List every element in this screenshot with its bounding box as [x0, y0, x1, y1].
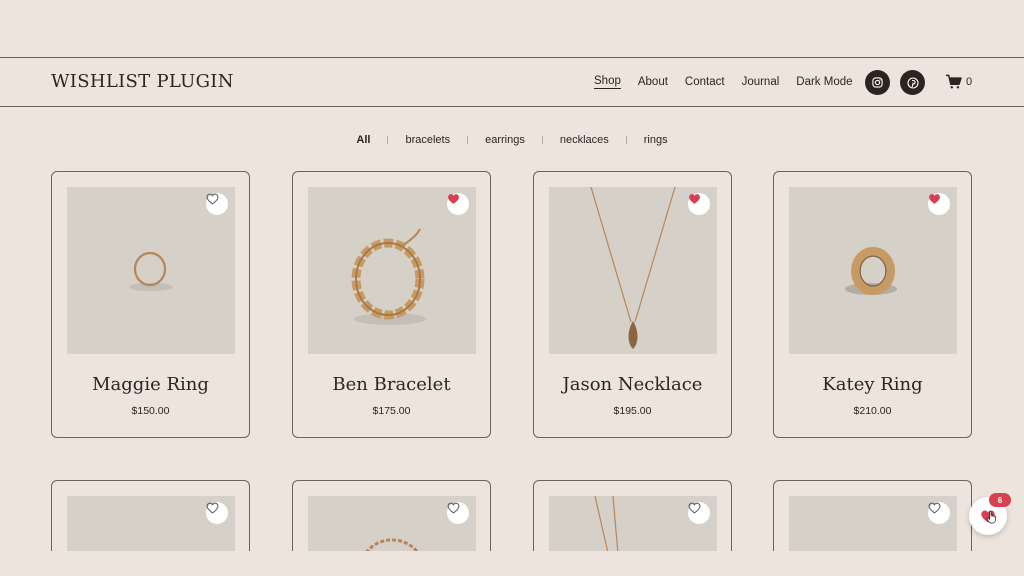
product-card-row2-4[interactable] [773, 480, 972, 551]
main-nav: Shop About Contact Journal Dark Mode [594, 58, 870, 106]
site-header: WISHLIST PLUGIN Shop About Contact Journ… [0, 57, 1024, 107]
product-card-ben-bracelet[interactable]: Ben Bracelet $175.00 [292, 171, 491, 438]
wishlist-toggle[interactable] [688, 193, 710, 215]
filter-divider [467, 136, 469, 144]
product-price: $175.00 [372, 405, 411, 417]
product-card-row2-1[interactable] [51, 480, 250, 551]
page-bottom-strip [0, 551, 1024, 576]
heart-filled-icon [448, 194, 459, 204]
wishlist-toggle[interactable] [206, 193, 228, 215]
cart-icon [946, 74, 962, 89]
wishlist-toggle[interactable] [688, 502, 710, 524]
product-name[interactable]: Jason Necklace [534, 374, 731, 395]
product-image[interactable] [789, 496, 957, 551]
wishlist-count-badge: 6 [989, 493, 1011, 507]
product-price: $150.00 [131, 405, 170, 417]
filter-divider [387, 136, 389, 144]
pinterest-icon [906, 76, 919, 89]
filter-necklaces[interactable]: necklaces [560, 134, 609, 146]
product-image[interactable] [789, 187, 957, 354]
filter-divider [625, 136, 627, 144]
nav-journal[interactable]: Journal [742, 76, 780, 88]
wishlist-toggle[interactable] [206, 502, 228, 524]
heart-outline-icon [688, 502, 701, 514]
heart-filled-icon [689, 194, 700, 204]
wishlist-toggle[interactable] [928, 502, 950, 524]
heart-outline-icon [447, 502, 460, 514]
product-card-row2-3[interactable] [533, 480, 732, 551]
heart-outline-icon [206, 193, 219, 205]
product-name[interactable]: Maggie Ring [52, 374, 249, 395]
product-card-jason-necklace[interactable]: Jason Necklace $195.00 [533, 171, 732, 438]
nav-shop[interactable]: Shop [594, 75, 621, 89]
filter-bracelets[interactable]: bracelets [405, 134, 450, 146]
product-card-maggie-ring[interactable]: Maggie Ring $150.00 [51, 171, 250, 438]
product-name[interactable]: Ben Bracelet [293, 374, 490, 395]
nav-dark-mode[interactable]: Dark Mode [796, 76, 852, 88]
filter-rings[interactable]: rings [644, 134, 668, 146]
product-image[interactable] [549, 187, 717, 354]
heart-outline-icon [206, 502, 219, 514]
product-image[interactable] [549, 496, 717, 551]
heart-outline-icon [928, 502, 941, 514]
pinterest-button[interactable] [900, 70, 925, 95]
heart-filled-icon [929, 194, 940, 204]
product-price: $210.00 [853, 405, 892, 417]
filter-earrings[interactable]: earrings [485, 134, 525, 146]
category-filters: All bracelets earrings necklaces rings [0, 134, 1024, 146]
filter-divider [541, 136, 543, 144]
cart-count: 0 [966, 75, 973, 88]
instagram-icon [872, 77, 883, 88]
filter-all[interactable]: All [356, 134, 370, 146]
hand-cursor-icon [986, 510, 996, 524]
product-image[interactable] [308, 496, 476, 551]
wishlist-toggle[interactable] [928, 193, 950, 215]
cart-button[interactable]: 0 [945, 74, 972, 89]
site-logo[interactable]: WISHLIST PLUGIN [51, 71, 234, 92]
product-card-row2-2[interactable] [292, 480, 491, 551]
wishlist-toggle[interactable] [447, 502, 469, 524]
product-image[interactable] [67, 187, 235, 354]
product-name[interactable]: Katey Ring [774, 374, 971, 395]
instagram-button[interactable] [865, 70, 890, 95]
product-image[interactable] [67, 496, 235, 551]
product-image[interactable] [308, 187, 476, 354]
wishlist-toggle[interactable] [447, 193, 469, 215]
site-viewport: WISHLIST PLUGIN Shop About Contact Journ… [0, 0, 1024, 551]
product-price: $195.00 [613, 405, 652, 417]
product-card-katey-ring[interactable]: Katey Ring $210.00 [773, 171, 972, 438]
nav-about[interactable]: About [638, 76, 668, 88]
nav-contact[interactable]: Contact [685, 76, 725, 88]
